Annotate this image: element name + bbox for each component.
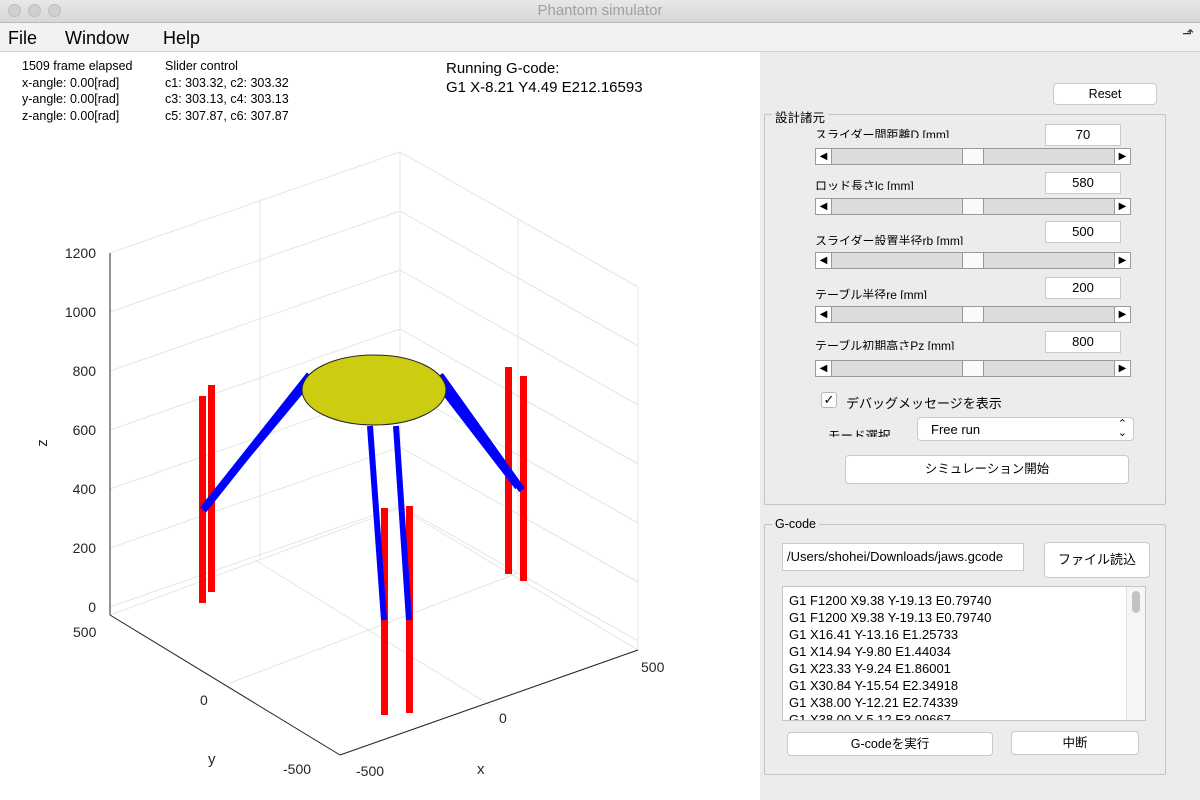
slider-right-arrow-icon[interactable]: ▶ (1114, 361, 1130, 376)
z-tick-labels: 1200 1000 800 600 400 200 0 (65, 245, 96, 615)
gcode-list-item[interactable]: G1 X38.00 Y-5.12 E3.09667 (783, 711, 1145, 720)
menu-overflow-icon[interactable]: ⬏ (1182, 25, 1194, 42)
rail-2 (208, 385, 215, 592)
gcode-list-item[interactable]: G1 F1200 X9.38 Y-19.13 E0.79740 (783, 592, 1145, 609)
debug-checkbox-label: デバッグメッセージを表示 (846, 396, 1002, 411)
stop-button[interactable]: 中断 (1011, 731, 1139, 755)
gcode-list-item[interactable]: G1 X38.00 Y-12.21 E2.74339 (783, 694, 1145, 711)
slider-thumb[interactable] (962, 307, 984, 322)
design-panel-title: 設計諸元 (772, 107, 829, 126)
slider-thumb[interactable] (962, 149, 984, 164)
x-tick-label: 0 (499, 710, 507, 726)
mode-select[interactable]: Free run ⌃ ⌄ (917, 417, 1134, 441)
z-tick-label: 600 (73, 422, 97, 438)
param-slider-re[interactable]: ◀ ▶ (815, 306, 1131, 323)
param-input-lc[interactable]: 580 (1045, 172, 1121, 194)
x-tick-label: -500 (356, 763, 384, 779)
mode-label: モード選択 (828, 429, 891, 437)
gcode-list-scrollbar[interactable] (1126, 587, 1145, 720)
rail-1 (199, 396, 206, 603)
slider-left-arrow-icon[interactable]: ◀ (816, 307, 832, 322)
y-tick-label: 500 (73, 624, 97, 640)
gcode-panel-title: G-code (772, 517, 819, 531)
gcode-list-item[interactable]: G1 X23.33 Y-9.24 E1.86001 (783, 660, 1145, 677)
z-tick-label: 400 (73, 481, 97, 497)
slider-right-arrow-icon[interactable]: ▶ (1114, 149, 1130, 164)
debug-checkbox[interactable]: ✓ (821, 392, 837, 408)
mode-select-value: Free run (931, 422, 981, 437)
param-label-re: テーブル半径re [mm] (815, 288, 927, 299)
param-label-rb: スライダー設置半径rb [mm] (815, 234, 964, 245)
gcode-list-item[interactable]: G1 F1200 X9.38 Y-19.13 E0.79740 (783, 609, 1145, 626)
param-slider-lc[interactable]: ◀ ▶ (815, 198, 1131, 215)
gcode-list-item[interactable]: G1 X14.94 Y-9.80 E1.44034 (783, 643, 1145, 660)
gcode-list[interactable]: G1 F1200 X9.38 Y-19.13 E0.79740 G1 F1200… (782, 586, 1146, 721)
z-tick-label: 1000 (65, 304, 96, 320)
load-file-button[interactable]: ファイル読込 (1044, 542, 1150, 578)
y-tick-label: -500 (283, 761, 311, 777)
z-axis-label: z (34, 439, 51, 447)
param-slider-pz[interactable]: ◀ ▶ (815, 360, 1131, 377)
param-input-pz[interactable]: 800 (1045, 331, 1121, 353)
rail-4 (520, 376, 527, 581)
slider-thumb[interactable] (962, 199, 984, 214)
y-axis-label: y (208, 751, 216, 768)
gcode-list-item[interactable]: G1 X30.84 Y-15.54 E2.34918 (783, 677, 1145, 694)
scrollbar-thumb[interactable] (1132, 591, 1140, 613)
x-tick-labels: -500 0 500 (356, 659, 665, 779)
slider-left-arrow-icon[interactable]: ◀ (816, 253, 832, 268)
z-tick-label: 200 (73, 540, 97, 556)
y-tick-labels: 500 0 -500 (73, 624, 311, 777)
slider-right-arrow-icon[interactable]: ▶ (1114, 253, 1130, 268)
y-tick-label: 0 (200, 692, 208, 708)
param-label-lc: ロッド長さlc [mm] (815, 179, 914, 190)
slider-left-arrow-icon[interactable]: ◀ (816, 199, 832, 214)
param-label-d: スライダー間距離D [mm] (815, 128, 950, 138)
reset-button[interactable]: Reset (1053, 83, 1157, 105)
z-tick-label: 1200 (65, 245, 96, 261)
x-tick-label: 500 (641, 659, 665, 675)
param-slider-rb[interactable]: ◀ ▶ (815, 252, 1131, 269)
slider-left-arrow-icon[interactable]: ◀ (816, 149, 832, 164)
end-effector-table (301, 354, 447, 426)
slider-right-arrow-icon[interactable]: ▶ (1114, 199, 1130, 214)
start-simulation-button[interactable]: シミュレーション開始 (845, 455, 1129, 484)
gcode-file-path-field[interactable]: /Users/shohei/Downloads/jaws.gcode (782, 543, 1024, 571)
param-label-pz: テーブル初期高さPz [mm] (815, 339, 955, 350)
rod-2 (201, 376, 315, 510)
slider-thumb[interactable] (962, 361, 984, 376)
param-input-d[interactable]: 70 (1045, 124, 1121, 146)
z-tick-label: 0 (88, 599, 96, 615)
delta-robot-3d-plot[interactable]: 1200 1000 800 600 400 200 0 z 500 0 -500… (0, 0, 760, 800)
chevron-up-down-icon: ⌃ ⌄ (1117, 418, 1127, 439)
run-gcode-button[interactable]: G-codeを実行 (787, 732, 993, 756)
z-tick-label: 800 (73, 363, 97, 379)
param-input-rb[interactable]: 500 (1045, 221, 1121, 243)
x-axis-label: x (477, 761, 485, 778)
param-slider-d[interactable]: ◀ ▶ (815, 148, 1131, 165)
param-input-re[interactable]: 200 (1045, 277, 1121, 299)
slider-thumb[interactable] (962, 253, 984, 268)
slider-left-arrow-icon[interactable]: ◀ (816, 361, 832, 376)
gcode-list-item[interactable]: G1 X16.41 Y-13.16 E1.25733 (783, 626, 1145, 643)
slider-right-arrow-icon[interactable]: ▶ (1114, 307, 1130, 322)
